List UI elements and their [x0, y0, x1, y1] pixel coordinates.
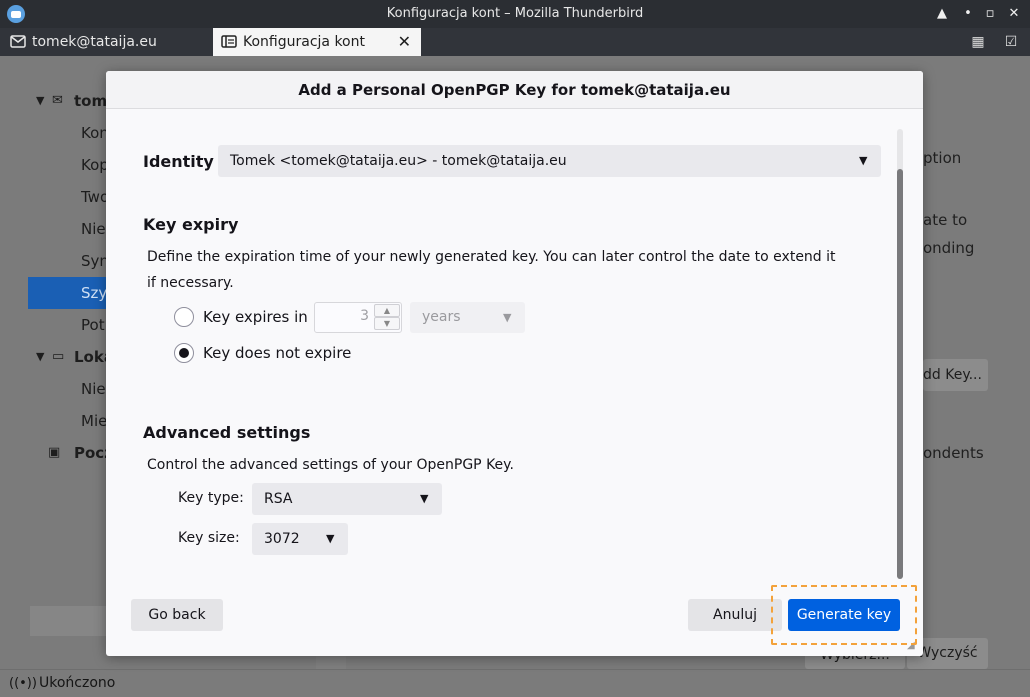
tab-account-settings[interactable]: Konfiguracja kont ✕ [213, 28, 421, 56]
tab-mail[interactable]: tomek@tataija.eu [0, 28, 210, 56]
add-openpgp-key-dialog: Add a Personal OpenPGP Key for tomek@tat… [106, 71, 923, 656]
key-size-label: Key size: [178, 530, 240, 546]
focus-highlight [771, 585, 917, 645]
status-text: Ukończono [39, 675, 116, 691]
add-key-button: dd Key... [923, 359, 988, 391]
bg-text: ondents [923, 444, 984, 462]
sidebar-item[interactable]: Kon [81, 117, 108, 149]
close-tab-icon[interactable]: ✕ [398, 28, 411, 56]
key-expires-label[interactable]: Key expires in [203, 308, 308, 326]
close-window-button[interactable]: ✕ [1004, 4, 1024, 24]
outbox-icon: ▣ [48, 445, 61, 460]
sidebar-item[interactable]: Mie [81, 405, 108, 437]
chevron-down-icon: ▼ [503, 311, 512, 324]
sidebar-item[interactable]: Kop [81, 149, 108, 181]
key-expires-radio[interactable] [174, 307, 194, 327]
key-type-value: RSA [264, 491, 293, 507]
key-never-expires-radio[interactable] [174, 343, 194, 363]
folder-icon: ▭ [52, 349, 65, 364]
calendar-icon[interactable]: ▦ [970, 34, 986, 50]
bg-text: onding [923, 239, 975, 257]
key-size-select[interactable]: 3072 ▼ [252, 523, 348, 555]
sidebar-footer-button [30, 606, 108, 636]
sidebar-item[interactable]: Nie [81, 373, 108, 405]
expiry-unit-value: years [422, 309, 461, 325]
go-back-button[interactable]: Go back [131, 599, 223, 631]
dialog-scrollbar[interactable] [897, 129, 903, 579]
tab-bar: tomek@tataija.eu Konfiguracja kont ✕ ▦ ☑ [0, 28, 1030, 56]
advanced-settings-description: Control the advanced settings of your Op… [147, 457, 514, 473]
status-bar: ((•)) Ukończono [0, 669, 1030, 697]
mail-icon [10, 35, 26, 48]
stepper-down-icon[interactable]: ▼ [374, 317, 400, 330]
chevron-down-icon: ▼ [326, 532, 335, 545]
chevron-down-icon: ▼ [859, 154, 868, 167]
window-titlebar: Konfiguracja kont – Mozilla Thunderbird … [0, 0, 1030, 28]
sidebar-item[interactable]: Nie [81, 213, 108, 245]
stepper-up-icon[interactable]: ▲ [374, 304, 400, 317]
expiry-amount-value: 3 [360, 308, 369, 324]
sidebar-item-selected[interactable]: Szy [28, 277, 108, 309]
expiry-unit-select[interactable]: years ▼ [410, 302, 525, 333]
advanced-settings-heading: Advanced settings [143, 423, 311, 442]
key-never-expires-label[interactable]: Key does not expire [203, 344, 351, 362]
key-type-label: Key type: [178, 490, 244, 506]
tab-account-settings-label: Konfiguracja kont [243, 34, 365, 50]
chevron-down-icon: ▼ [36, 94, 45, 107]
key-expiry-description: Define the expiration time of your newly… [147, 249, 836, 291]
window-title: Konfiguracja kont – Mozilla Thunderbird [386, 6, 644, 21]
dialog-title: Add a Personal OpenPGP Key for tomek@tat… [106, 71, 923, 109]
cancel-button[interactable]: Anuluj [688, 599, 782, 631]
key-type-select[interactable]: RSA ▼ [252, 483, 442, 515]
identity-select[interactable]: Tomek <tomek@tataija.eu> - tomek@tataija… [218, 145, 881, 177]
bg-text: ate to [923, 211, 968, 229]
bg-text: ption [923, 149, 962, 167]
sidebar-item[interactable]: Syn [81, 245, 108, 277]
key-size-value: 3072 [264, 531, 300, 547]
minimize-button[interactable]: • [958, 4, 978, 24]
scrollbar-thumb[interactable] [897, 169, 903, 579]
sidebar-outbox[interactable]: ▣ Pocz [48, 437, 108, 469]
sidebar-account-tomek[interactable]: ▼ ✉ tom [36, 85, 108, 117]
chevron-down-icon: ▼ [36, 350, 45, 363]
key-expiry-heading: Key expiry [143, 215, 239, 234]
online-icon[interactable]: ((•)) [9, 676, 37, 691]
expiry-amount-input[interactable]: 3 ▲ ▼ [314, 302, 402, 333]
identity-value: Tomek <tomek@tataija.eu> - tomek@tataija… [230, 153, 567, 169]
tab-mail-label: tomek@tataija.eu [32, 34, 157, 50]
sidebar-local-folders[interactable]: ▼ ▭ Loka [36, 341, 108, 373]
maximize-button[interactable]: ▫ [980, 4, 1000, 24]
pin-button[interactable]: ▲ [932, 4, 952, 24]
sidebar-item[interactable]: Pot [81, 309, 108, 341]
mail-icon: ✉ [52, 93, 63, 108]
identity-label: Identity [143, 152, 214, 171]
chevron-down-icon: ▼ [420, 492, 429, 505]
expiry-amount-stepper[interactable]: ▲ ▼ [374, 304, 400, 331]
sidebar-item[interactable]: Two [81, 181, 108, 213]
settings-tab-icon [221, 35, 237, 48]
tasks-icon[interactable]: ☑ [1003, 34, 1019, 50]
